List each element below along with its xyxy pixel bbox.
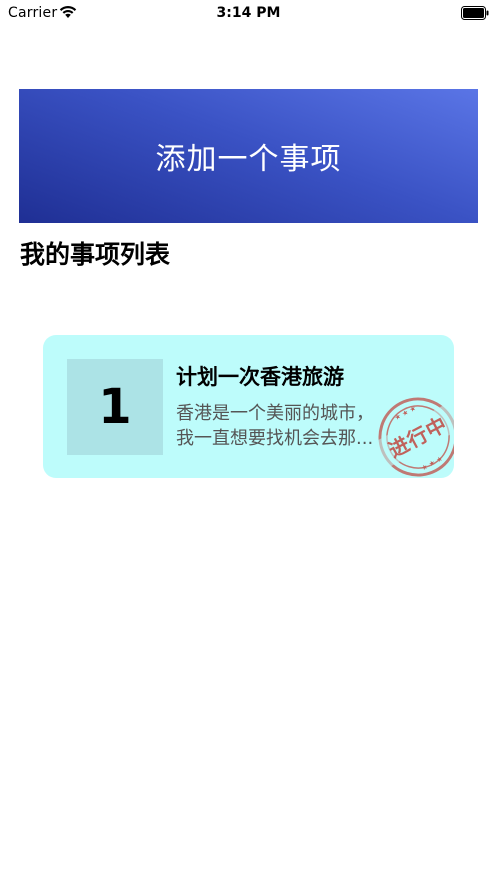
status-stamp: ★ ★ ★ ★ ★ ★ 进行中 xyxy=(361,380,454,478)
task-index: 1 xyxy=(98,379,132,435)
add-item-button[interactable]: 添加一个事项 xyxy=(19,89,478,223)
add-item-button-label: 添加一个事项 xyxy=(155,142,342,177)
task-index-box: 1 xyxy=(67,359,163,455)
status-bar: Carrier 3:14 PM xyxy=(0,0,497,26)
section-title: 我的事项列表 xyxy=(20,240,171,269)
svg-text:★ ★ ★: ★ ★ ★ xyxy=(420,454,444,472)
task-card[interactable]: 1 计划一次香港旅游 香港是一个美丽的城市， 我一直想要找机会去那... ★ ★… xyxy=(43,335,454,478)
battery-icon xyxy=(461,5,489,24)
task-title: 计划一次香港旅游 xyxy=(176,365,344,389)
clock: 3:14 PM xyxy=(216,5,281,21)
